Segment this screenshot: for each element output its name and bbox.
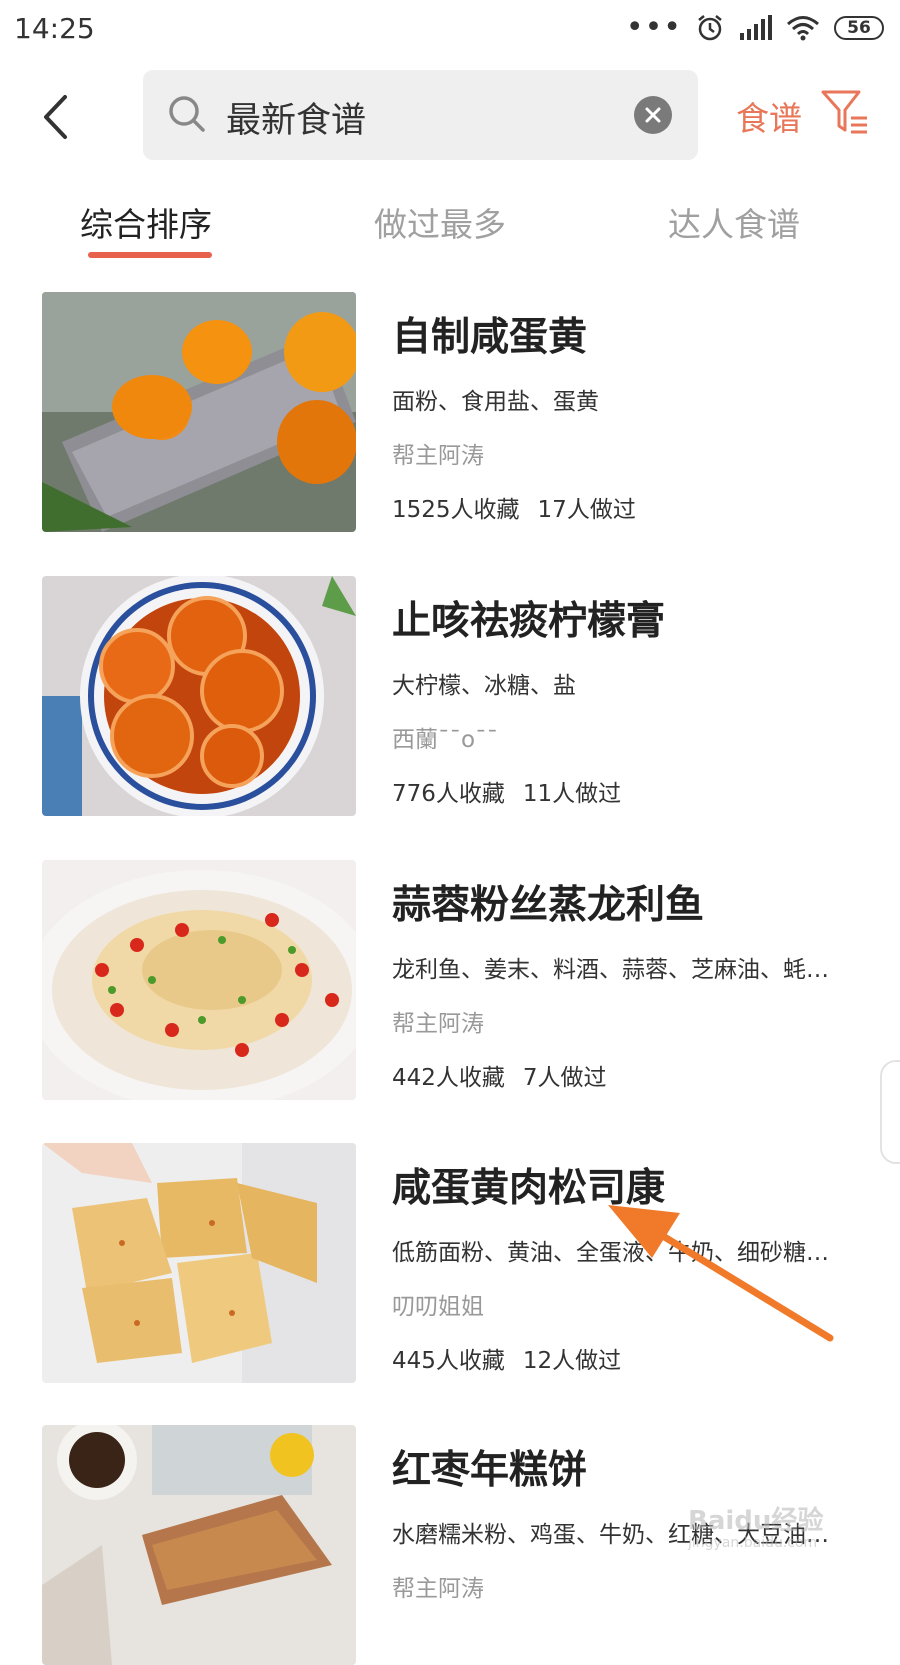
watermark-logo: Baidu经验 jingyan.baidu.com: [688, 1500, 823, 1551]
search-value: 最新食谱: [226, 101, 367, 141]
watermark-brand: Baidu经验: [688, 1506, 824, 1536]
recipe-item[interactable]: 自制咸蛋黄 面粉、食用盐、蛋黄 帮主阿涛 1525人收藏 17人做过: [42, 292, 860, 532]
recipe-image: [42, 576, 356, 816]
category-dropdown[interactable]: 食谱: [736, 92, 802, 140]
status-bar: 14:25 ••• 56: [0, 0, 900, 62]
recipe-image: [42, 860, 356, 1100]
recipe-author[interactable]: 帮主阿涛: [392, 436, 484, 470]
search-icon: [169, 96, 205, 132]
made-count: 12人做过: [522, 1348, 622, 1374]
recipe-title: 咸蛋黄肉松司康: [392, 1166, 666, 1211]
recipe-stats: 442人收藏 7人做过: [392, 1058, 607, 1092]
tab-expert-recipes[interactable]: 达人食谱: [668, 198, 800, 246]
recipe-author[interactable]: 帮主阿涛: [392, 1569, 484, 1603]
wifi-icon: [787, 16, 819, 41]
clear-search-button[interactable]: [634, 96, 672, 134]
alarm-icon: [698, 15, 722, 41]
recipe-item[interactable]: 咸蛋黄肉松司康 低筋面粉、黄油、全蛋液、牛奶、细砂糖… 叨叨姐姐 445人收藏 1…: [42, 1143, 860, 1383]
favorites-count: 445人收藏: [392, 1348, 505, 1374]
recipe-image: [42, 1143, 356, 1383]
recipe-title: 蒜蓉粉丝蒸龙利鱼: [392, 883, 705, 928]
tab-most-made[interactable]: 做过最多: [374, 198, 506, 246]
battery-icon: 56: [834, 16, 884, 40]
signal-icon: [740, 15, 772, 40]
back-button[interactable]: [28, 82, 84, 152]
chevron-left-icon: [44, 95, 67, 139]
favorites-count: 1525人收藏: [392, 497, 520, 523]
tab-comprehensive[interactable]: 综合排序: [80, 198, 212, 246]
more-dots-icon: •••: [625, 10, 682, 45]
active-tab-indicator: [88, 252, 212, 258]
watermark-url: jingyan.baidu.com: [688, 1535, 818, 1551]
recipe-ingredients: 低筋面粉、黄油、全蛋液、牛奶、细砂糖…: [392, 1240, 829, 1266]
filter-icon[interactable]: [819, 88, 871, 136]
recipe-ingredients: 大柠檬、冰糖、盐: [392, 673, 576, 699]
recipe-image: [42, 1425, 356, 1665]
made-count: 11人做过: [522, 781, 622, 807]
made-count: 7人做过: [522, 1065, 607, 1091]
recipe-image: [42, 292, 356, 532]
recipe-stats: 445人收藏 12人做过: [392, 1341, 621, 1375]
edge-gesture-handle[interactable]: [880, 1060, 900, 1164]
favorites-count: 442人收藏: [392, 1065, 505, 1091]
recipe-author[interactable]: 帮主阿涛: [392, 1004, 484, 1038]
recipe-title: 红枣年糕饼: [392, 1448, 588, 1493]
status-time: 14:25: [14, 12, 95, 45]
clear-icon: [645, 107, 661, 123]
made-count: 17人做过: [537, 497, 636, 523]
favorites-count: 776人收藏: [392, 781, 505, 807]
recipe-item[interactable]: 蒜蓉粉丝蒸龙利鱼 龙利鱼、姜末、料酒、蒜蓉、芝麻油、蚝… 帮主阿涛 442人收藏…: [42, 860, 860, 1100]
recipe-author[interactable]: 西蘭¯¯o¯¯: [392, 720, 498, 754]
recipe-title: 自制咸蛋黄: [392, 315, 588, 360]
recipe-author[interactable]: 叨叨姐姐: [392, 1287, 484, 1321]
recipe-stats: 1525人收藏 17人做过: [392, 490, 636, 524]
search-input[interactable]: 最新食谱: [143, 70, 698, 160]
recipe-title: 止咳祛痰柠檬膏: [392, 599, 666, 644]
recipe-ingredients: 龙利鱼、姜末、料酒、蒜蓉、芝麻油、蚝…: [392, 957, 829, 983]
recipe-item[interactable]: 止咳祛痰柠檬膏 大柠檬、冰糖、盐 西蘭¯¯o¯¯ 776人收藏 11人做过: [42, 576, 860, 816]
recipe-ingredients: 面粉、食用盐、蛋黄: [392, 389, 599, 415]
recipe-stats: 776人收藏 11人做过: [392, 774, 621, 808]
